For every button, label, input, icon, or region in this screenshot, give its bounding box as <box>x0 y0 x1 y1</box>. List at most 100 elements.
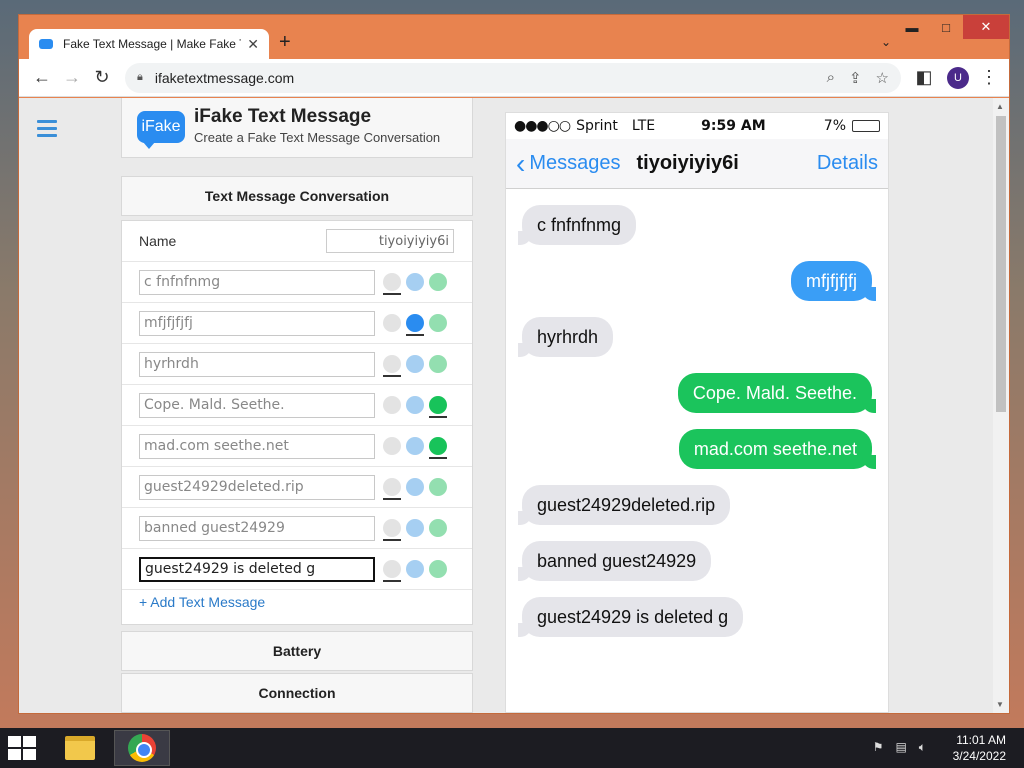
message-row: guest24929 is deleted g <box>122 549 472 590</box>
zoom-icon[interactable]: ⌕ <box>827 69 835 86</box>
section-conversation-header[interactable]: Text Message Conversation <box>121 176 473 216</box>
add-text-message-link[interactable]: + Add Text Message <box>139 594 265 610</box>
sent-message-bubble: mad.com seethe.net <box>678 429 877 469</box>
gray-bubble-option-icon[interactable] <box>383 560 401 582</box>
blue-bubble-option-icon[interactable] <box>406 355 424 373</box>
back-label: Messages <box>529 152 621 174</box>
message-text-input[interactable]: guest24929deleted.rip <box>139 474 375 500</box>
gray-bubble-option-icon[interactable] <box>383 396 401 414</box>
site-logo[interactable]: iFake <box>137 111 185 149</box>
messages-nav-bar: ‹ Messages tiyoiyiyiy6i Details <box>506 139 888 189</box>
network-icon[interactable]: ▤ <box>895 740 906 755</box>
blue-bubble-option-icon[interactable] <box>406 478 424 496</box>
bubble-type-picker <box>383 396 452 418</box>
browser-toolbar: ← → ↻ 🔒︎ ifaketextmessage.com ⌕ ⇪ ☆ ◧ U … <box>19 59 1009 97</box>
message-text-input[interactable]: mad.com seethe.net <box>139 433 375 459</box>
details-link: Details <box>816 152 878 174</box>
file-explorer-icon[interactable] <box>52 730 108 766</box>
gray-bubble-option-icon[interactable] <box>383 437 401 455</box>
hamburger-menu-icon[interactable] <box>37 120 57 141</box>
message-text-input[interactable]: Cope. Mald. Seethe. <box>139 392 375 418</box>
volume-muted-icon[interactable]: 🔈︎ <box>919 740 926 755</box>
blue-bubble-option-icon[interactable] <box>406 519 424 537</box>
new-tab-button[interactable]: + <box>279 31 291 54</box>
name-input[interactable]: tiyoiyiyiy6i <box>326 229 454 253</box>
blue-bubble-option-icon[interactable] <box>406 560 424 578</box>
message-text-input[interactable]: banned guest24929 <box>139 515 375 541</box>
message-text-input[interactable]: hyrhrdh <box>139 351 375 377</box>
name-label: Name <box>139 233 177 249</box>
scroll-down-icon[interactable]: ▼ <box>996 700 1004 709</box>
message-thread: c fnfnfnmg mfjfjfjfj hyrhrdh Cope. Mald. Se… <box>506 189 888 709</box>
gray-bubble-option-icon[interactable] <box>383 519 401 541</box>
bubble-type-picker <box>383 314 452 336</box>
lock-icon[interactable]: 🔒︎ <box>137 71 143 84</box>
phone-time: 9:59 AM <box>701 118 766 134</box>
scrollbar-thumb[interactable] <box>996 116 1006 412</box>
green-bubble-option-icon[interactable] <box>429 273 447 291</box>
bubble-type-picker <box>383 478 452 500</box>
share-icon[interactable]: ⇪ <box>849 69 862 87</box>
green-bubble-option-icon[interactable] <box>429 437 447 459</box>
green-bubble-option-icon[interactable] <box>429 355 447 373</box>
profile-avatar[interactable]: U <box>947 66 969 89</box>
page-scrollbar[interactable]: ▲ ▼ <box>993 98 1009 713</box>
blue-bubble-option-icon[interactable] <box>406 273 424 291</box>
blue-bubble-option-icon[interactable] <box>406 314 424 336</box>
maximize-button[interactable]: □ <box>929 15 963 39</box>
received-message-bubble: hyrhrdh <box>517 317 614 357</box>
window-controls: ▬ □ ✕ <box>895 15 1009 39</box>
message-row: mfjfjfjfj <box>122 303 472 344</box>
green-bubble-option-icon[interactable] <box>429 314 447 332</box>
green-bubble-option-icon[interactable] <box>429 396 447 418</box>
received-message-bubble: c fnfnfnmg <box>517 205 637 245</box>
scroll-up-icon[interactable]: ▲ <box>996 102 1004 111</box>
taskbar-clock[interactable]: 11:01 AM 3/24/2022 <box>953 732 1006 764</box>
gray-bubble-option-icon[interactable] <box>383 478 401 500</box>
gray-bubble-option-icon[interactable] <box>383 355 401 377</box>
sent-message-bubble: Cope. Mald. Seethe. <box>677 373 877 413</box>
green-bubble-option-icon[interactable] <box>429 519 447 537</box>
carrier-name: Sprint <box>576 118 618 134</box>
message-row: c fnfnfnmg <box>122 262 472 303</box>
browser-tab[interactable]: Fake Text Message | Make Fake T ✕ <box>29 29 269 59</box>
page-content: iFake iFake Text Message Create a Fake T… <box>19 98 1009 713</box>
editor-panel: iFake iFake Text Message Create a Fake T… <box>121 98 473 713</box>
back-arrow-icon[interactable]: ← <box>27 63 57 93</box>
url-text[interactable]: ifaketextmessage.com <box>155 70 813 86</box>
address-bar[interactable]: 🔒︎ ifaketextmessage.com ⌕ ⇪ ☆ <box>125 62 901 93</box>
green-bubble-option-icon[interactable] <box>429 478 447 496</box>
conversation-form: Name tiyoiyiyiy6i c fnfnfnmg mfjfjfjfj hyr… <box>121 220 473 625</box>
sent-message-bubble: mfjfjfjfj <box>791 261 876 301</box>
side-panel-icon[interactable]: ◧ <box>909 63 939 93</box>
bubble-type-picker <box>383 560 452 582</box>
close-window-button[interactable]: ✕ <box>963 15 1009 39</box>
message-row: banned guest24929 <box>122 508 472 549</box>
bookmark-star-icon[interactable]: ☆ <box>876 69 889 87</box>
forward-arrow-icon[interactable]: → <box>57 63 87 93</box>
kebab-menu-icon[interactable]: ⋮ <box>977 67 1001 88</box>
gray-bubble-option-icon[interactable] <box>383 314 401 332</box>
chrome-taskbar-icon[interactable] <box>114 730 170 766</box>
message-text-input[interactable]: guest24929 is deleted g <box>139 556 375 582</box>
section-battery-header[interactable]: Battery <box>121 631 473 671</box>
message-text-input[interactable]: mfjfjfjfj <box>139 310 375 336</box>
site-subtitle: Create a Fake Text Message Conversation <box>194 130 441 145</box>
chevron-left-icon: ‹ <box>516 147 526 179</box>
name-row: Name tiyoiyiyiy6i <box>122 221 472 262</box>
clock-date: 3/24/2022 <box>952 749 1006 763</box>
blue-bubble-option-icon[interactable] <box>406 396 424 414</box>
windows-start-icon[interactable] <box>8 736 36 760</box>
taskbar: ⚑ ▤ 🔈︎ 11:01 AM 3/24/2022 <box>0 728 1024 768</box>
tab-search-chevron-icon[interactable]: ⌄ <box>881 35 891 49</box>
flag-icon[interactable]: ⚑ <box>873 740 884 755</box>
section-connection-header[interactable]: Connection <box>121 673 473 713</box>
message-text-input[interactable]: c fnfnfnmg <box>139 269 375 295</box>
blue-bubble-option-icon[interactable] <box>406 437 424 455</box>
tab-close-icon[interactable]: ✕ <box>247 36 259 53</box>
tab-title: Fake Text Message | Make Fake T <box>63 37 242 51</box>
gray-bubble-option-icon[interactable] <box>383 273 401 295</box>
reload-icon[interactable]: ↻ <box>87 63 117 93</box>
minimize-button[interactable]: ▬ <box>895 15 929 39</box>
green-bubble-option-icon[interactable] <box>429 560 447 578</box>
